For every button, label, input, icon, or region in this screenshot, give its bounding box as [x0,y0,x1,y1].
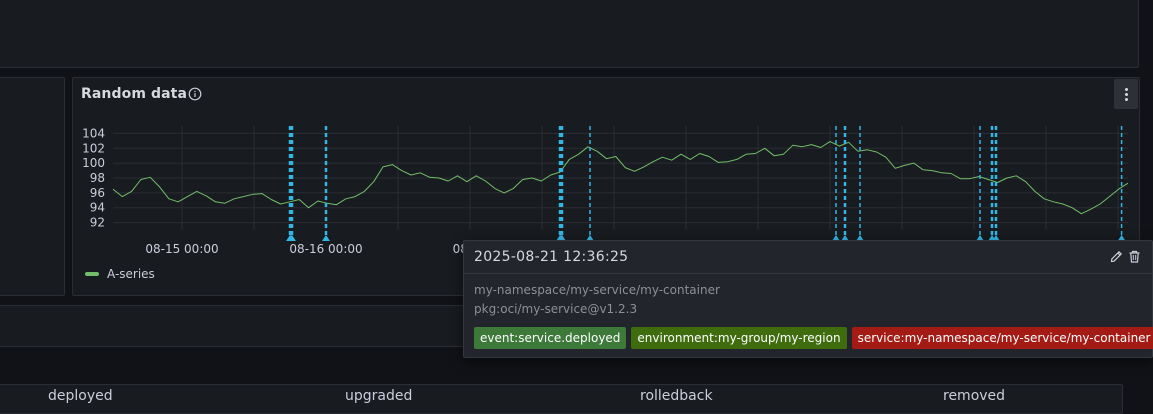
legend-label: A-series [107,267,155,281]
legend-swatch [85,272,99,276]
annotation-tag[interactable]: service:my-namespace/my-service/my-conta… [851,327,1153,349]
trash-icon[interactable] [1128,250,1141,263]
x-tick-label: 08-16 00:00 [289,242,362,256]
tooltip-header: 2025-08-21 12:36:25 [464,241,1152,274]
top-panel [0,0,1139,68]
edit-icon[interactable] [1110,250,1123,263]
legend[interactable]: A-series [85,267,155,281]
x-tick-label: 08-15 00:00 [145,242,218,256]
y-tick-label: 102 [82,141,105,155]
y-tick-label: 100 [82,156,105,170]
annotation-timestamp: 2025-08-21 12:36:25 [474,249,629,265]
y-tick-label: 104 [82,126,105,140]
annotation-tag[interactable]: event:service.deployed [474,327,627,349]
left-panel [0,77,65,296]
annotation-text-line: my-namespace/my-service/my-container [474,283,720,297]
y-tick-label: 96 [90,186,105,200]
annotation-tags: event:service.deployed environment:my-gro… [474,327,1153,349]
annotation-marker-icon [322,235,330,241]
y-tick-label: 98 [90,171,105,185]
annotation-text-line: pkg:oci/my-service@v1.2.3 [474,302,638,316]
y-tick-label: 94 [90,201,105,215]
y-tick-label: 92 [90,216,105,230]
annotation-tag[interactable]: environment:my-group/my-region [631,327,847,349]
annotation-tooltip: 2025-08-21 12:36:25 my-namespace/my-serv… [463,240,1153,358]
